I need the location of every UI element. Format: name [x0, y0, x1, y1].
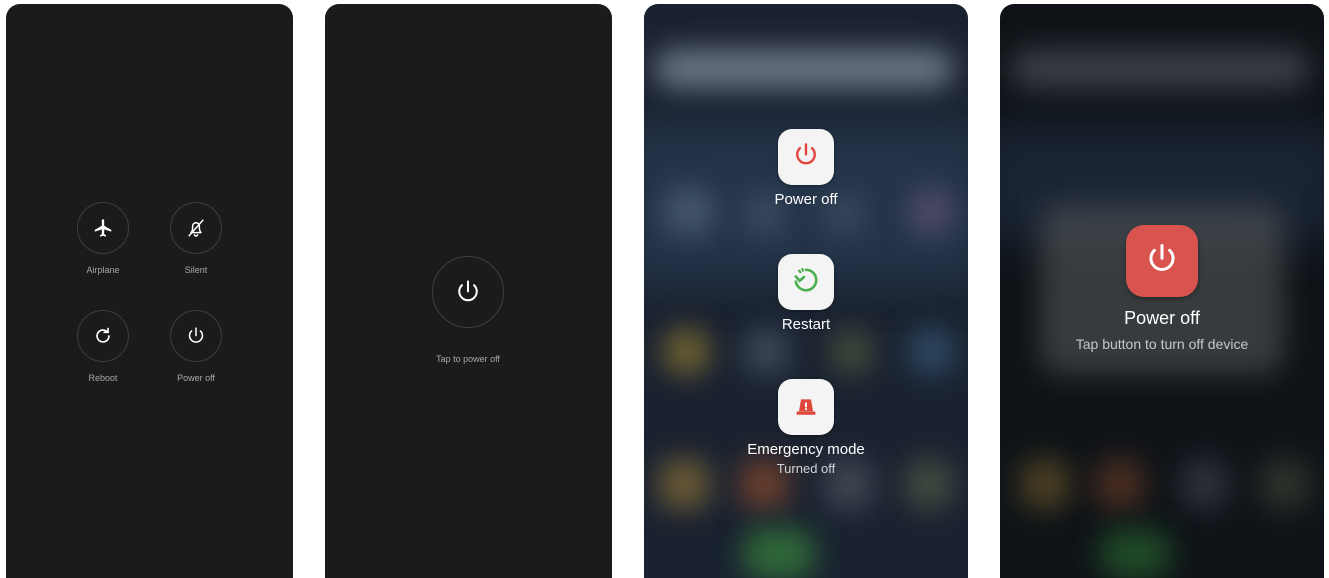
power-icon [453, 277, 483, 307]
power-off-button[interactable] [778, 129, 834, 185]
restart-icon [791, 265, 821, 300]
power-icon [791, 140, 821, 175]
restart-label: Restart [781, 316, 831, 333]
power-off-button[interactable] [432, 256, 504, 328]
emergency-mode-status: Turned off [776, 461, 836, 476]
power-menu-screen-3: Power off Restart Emergency mode Turned … [644, 4, 968, 578]
silent-button[interactable] [170, 202, 222, 254]
power-off-button[interactable] [170, 310, 222, 362]
power-icon [1143, 240, 1181, 283]
power-off-label: Power off [1124, 308, 1200, 328]
emergency-mode-button[interactable] [778, 379, 834, 435]
power-menu-screen-2: Tap to power off [325, 4, 612, 578]
power-off-label: Power off [177, 373, 215, 383]
power-off-button[interactable] [1126, 225, 1198, 297]
emergency-siren-icon [791, 390, 821, 425]
reboot-icon [92, 325, 114, 347]
silent-label: Silent [184, 265, 208, 275]
reboot-button[interactable] [77, 310, 129, 362]
tap-to-power-off-hint: Tap to power off [436, 354, 500, 364]
power-menu-screen-1: Airplane Silent Reboot Power off [6, 4, 293, 578]
restart-button[interactable] [778, 254, 834, 310]
page: Airplane Silent Reboot Power off Tap to … [0, 0, 1329, 578]
power-icon [185, 325, 207, 347]
airplane-icon [92, 217, 114, 239]
airplane-button[interactable] [77, 202, 129, 254]
power-menu-screen-4: Power off Tap button to turn off device [1000, 4, 1324, 578]
bell-off-icon [185, 217, 207, 239]
power-off-hint: Tap button to turn off device [1075, 336, 1249, 352]
emergency-mode-label: Emergency mode [747, 441, 865, 458]
power-off-label: Power off [774, 191, 838, 208]
